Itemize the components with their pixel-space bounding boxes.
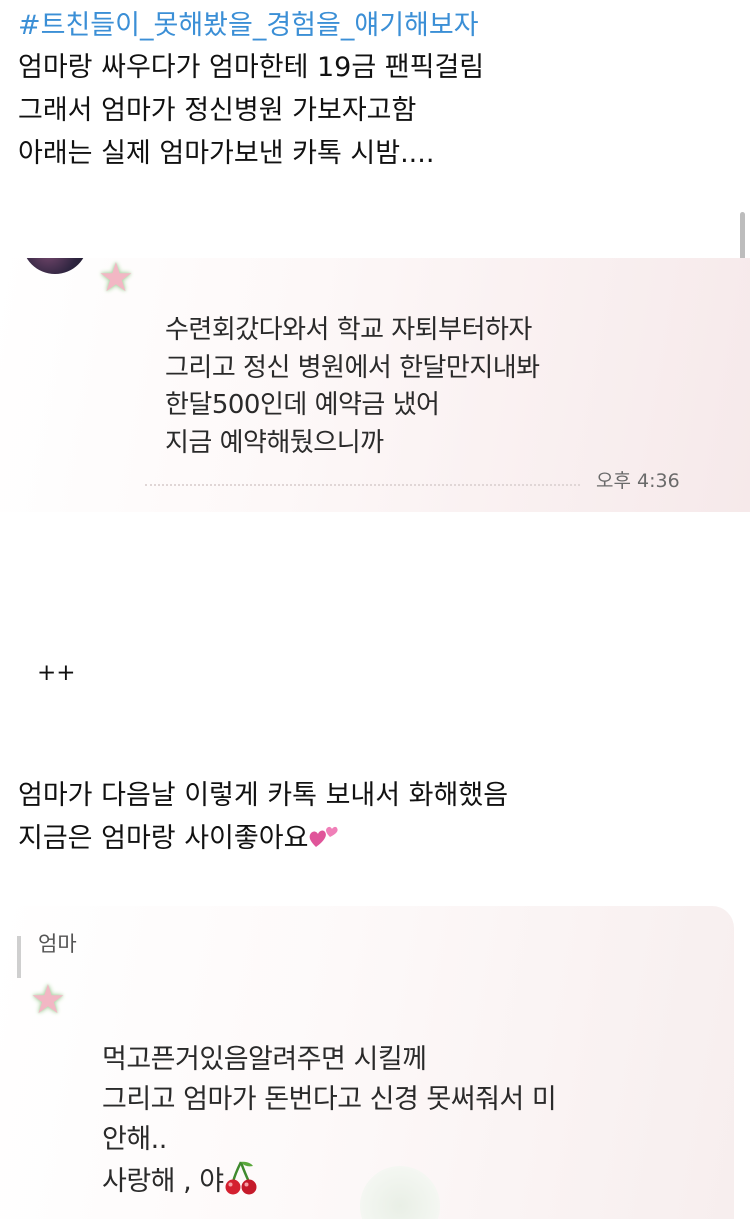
hashtag-link[interactable]: #트친들이_못해봤을_경험을_얘기해보자 bbox=[18, 6, 738, 46]
post-line: 엄마가 다음날 이렇게 카톡 보내서 화해했음 bbox=[18, 780, 509, 811]
avatar bbox=[17, 936, 21, 978]
chat-messages: 먹고픈거있음알려주면 시킬께 그리고 엄마가 돈번다고 신경 못써줘서 미 안해… bbox=[102, 1040, 557, 1202]
post-line: 엄마랑 싸우다가 엄마한테 19금 팬픽걸림 bbox=[18, 52, 485, 83]
chat-message: 안해.. bbox=[102, 1124, 167, 1155]
star-icon: ★ bbox=[98, 258, 134, 301]
divider bbox=[145, 484, 580, 486]
post-line-text: 지금은 엄마랑 사이좋아요 bbox=[18, 823, 309, 854]
avatar bbox=[22, 258, 88, 274]
message-time: 오후 4:36 bbox=[596, 470, 680, 492]
cherry-icon bbox=[224, 1160, 258, 1196]
two-hearts-icon bbox=[308, 821, 344, 851]
post-line: 아래는 실제 엄마가보낸 카톡 시밤.... bbox=[18, 138, 435, 169]
chat-messages: 수련회갔다와서 학교 자퇴부터하자 그리고 정신 병원에서 한달만지내봐 한달5… bbox=[165, 312, 540, 462]
chat-message-with-emoji: 사랑해 , 야 bbox=[102, 1160, 556, 1202]
post-body: #트친들이_못해봤을_경험을_얘기해보자 엄마랑 싸우다가 엄마한테 19금 팬… bbox=[18, 6, 738, 175]
post-line: 그래서 엄마가 정신병원 가보자고함 bbox=[18, 95, 417, 126]
chat-message: 한달500인데 예약금 냈어 bbox=[165, 390, 440, 420]
chat-screenshot-1[interactable]: ★ 수련회갔다와서 학교 자퇴부터하자 그리고 정신 병원에서 한달만지내봐 한… bbox=[0, 258, 750, 512]
sender-name: 엄마 bbox=[38, 932, 77, 956]
star-icon: ★ bbox=[30, 977, 66, 1023]
chat-message: 그리고 엄마가 돈번다고 신경 못써줘서 미 bbox=[102, 1084, 557, 1115]
post-body-2: 엄마가 다음날 이렇게 카톡 보내서 화해했음 지금은 엄마랑 사이좋아요 bbox=[18, 774, 508, 860]
separator-text: ++ bbox=[37, 660, 76, 686]
chat-message: 수련회갔다와서 학교 자퇴부터하자 bbox=[165, 315, 532, 345]
chat-message-text: 사랑해 , 야 bbox=[102, 1166, 224, 1197]
chat-screenshot-2[interactable]: 엄마 ★ 먹고픈거있음알려주면 시킬께 그리고 엄마가 돈번다고 신경 못써줘서… bbox=[0, 906, 734, 1219]
chat-message: 그리고 정신 병원에서 한달만지내봐 bbox=[165, 352, 540, 383]
chat-message: 먹고픈거있음알려주면 시킬께 bbox=[102, 1044, 427, 1075]
post-line-with-emoji: 지금은 엄마랑 사이좋아요 bbox=[18, 817, 508, 860]
chat-message: 지금 예약해뒀으니까 bbox=[165, 427, 384, 458]
